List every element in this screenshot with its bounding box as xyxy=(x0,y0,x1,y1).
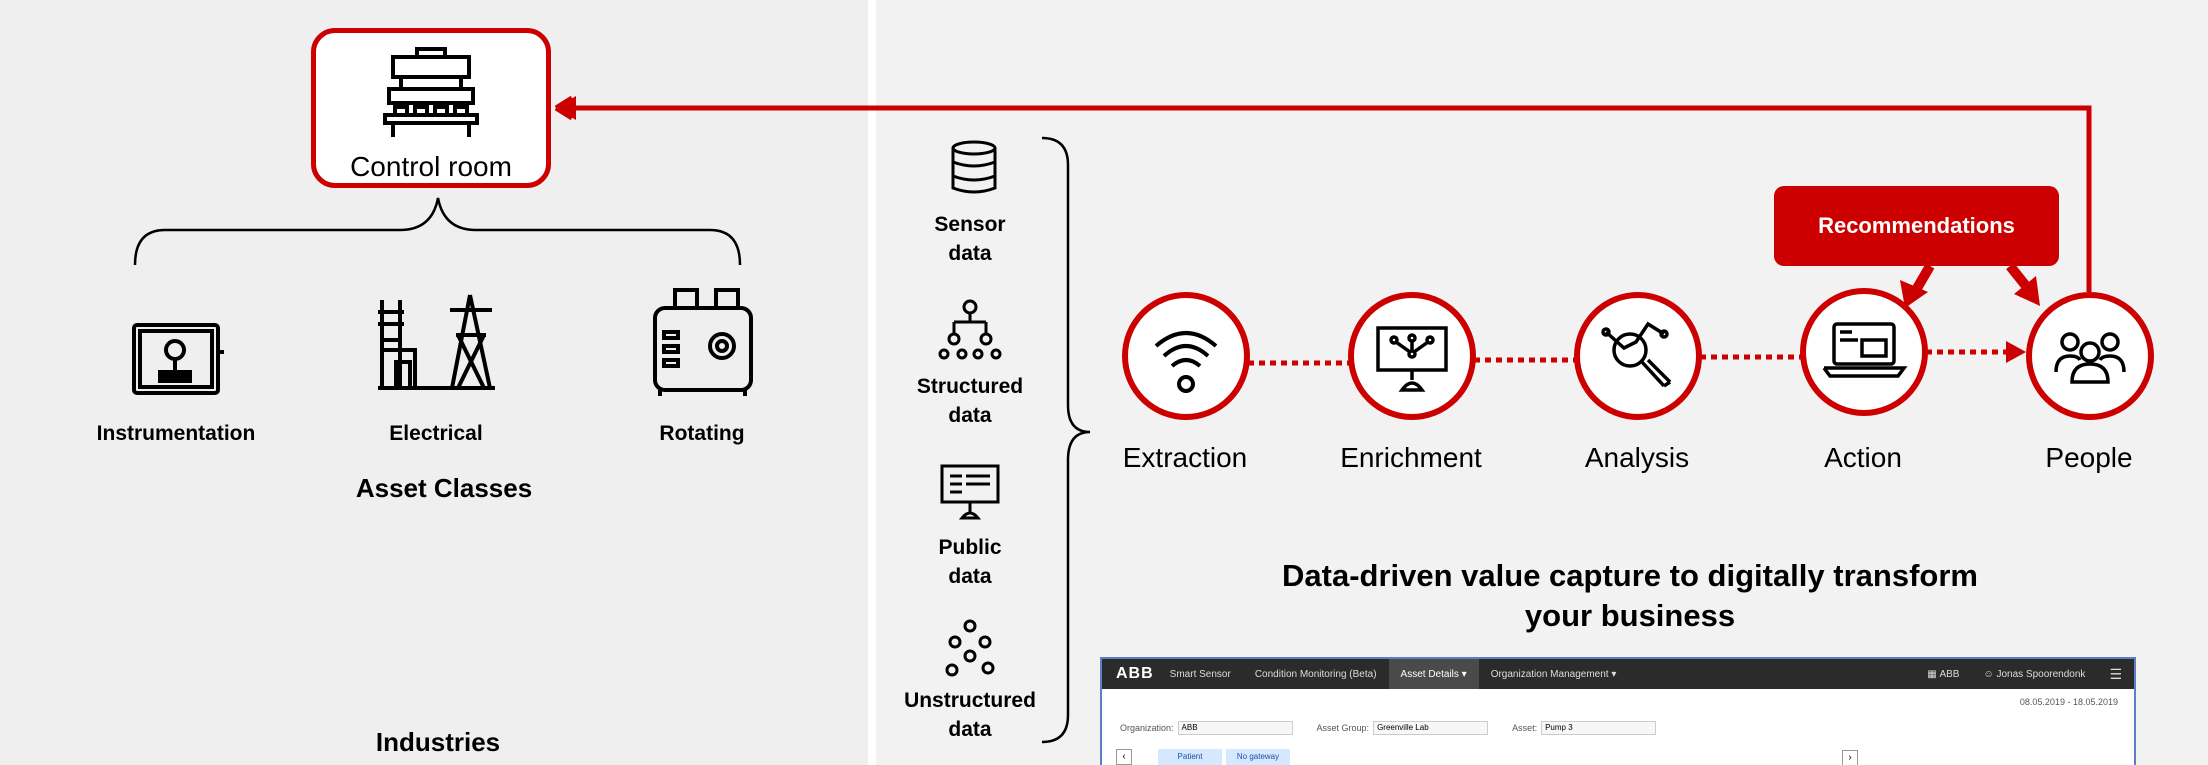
wireless-icon xyxy=(1154,331,1218,393)
public-display-icon xyxy=(940,464,1000,520)
user-org[interactable]: ▦ ABB xyxy=(1915,659,1971,689)
filter-asset: Asset: Pump 3 xyxy=(1512,721,1657,735)
next-arrow-icon[interactable]: › xyxy=(1842,750,1858,765)
filter-label: Organization: xyxy=(1120,723,1174,733)
tab-patient[interactable]: Patient xyxy=(1158,749,1222,765)
menu-organization-management[interactable]: Organization Management ▾ xyxy=(1479,659,1629,689)
abb-logo: ABB xyxy=(1116,665,1154,682)
tab-no-gateway[interactable]: No gateway xyxy=(1226,749,1290,765)
prev-arrow-icon[interactable]: ‹ xyxy=(1116,749,1132,765)
hamburger-menu-icon[interactable]: ☰ xyxy=(2097,659,2134,689)
filter-asset-group: Asset Group: Greenville Lab xyxy=(1317,721,1489,735)
laptop-icon xyxy=(1822,322,1908,378)
user-menu[interactable]: ☺ Jonas Spoorendonk xyxy=(1971,659,2097,689)
headline: Data-driven value capture to digitally t… xyxy=(1282,558,1978,633)
date-range: 08.05.2019 - 18.05.2019 xyxy=(2019,697,2118,707)
analysis-circle xyxy=(1574,292,1702,420)
asset-select[interactable]: Pump 3 xyxy=(1541,721,1657,735)
action-label: Action xyxy=(1824,442,1902,473)
extraction-label: Extraction xyxy=(1122,442,1248,473)
database-icon xyxy=(951,140,997,194)
dashboard-tabs: ‹ Patient No gateway xyxy=(1116,749,1290,765)
dashboard-topbar: ABB Smart Sensor Condition Monitoring (B… xyxy=(1102,659,2134,689)
people-arrowhead xyxy=(2006,341,2026,363)
product-name: Smart Sensor xyxy=(1169,668,1231,680)
filter-label: Asset Group: xyxy=(1316,723,1370,733)
data-source-structured: Structured data xyxy=(916,375,1024,427)
extraction-circle xyxy=(1122,292,1250,420)
people-circle xyxy=(2026,292,2154,420)
people-icon xyxy=(2054,332,2126,384)
menu-condition-monitoring[interactable]: Condition Monitoring (Beta) xyxy=(1243,659,1389,689)
network-screen-icon xyxy=(1376,326,1448,392)
people-label: People xyxy=(2045,442,2133,473)
data-source-unstructured: Unstructured data xyxy=(904,689,1036,741)
action-circle xyxy=(1800,288,1928,416)
filter-organization: Organization: ABB xyxy=(1120,721,1293,735)
dashboard-filters: Organization: ABB Asset Group: Greenvill… xyxy=(1120,721,1657,735)
data-source-public: Public data xyxy=(938,536,1002,588)
hierarchy-icon xyxy=(938,299,1002,360)
dashboard-preview: ABB Smart Sensor Condition Monitoring (B… xyxy=(1100,657,2136,765)
user-icon: ☺ xyxy=(1983,668,1997,680)
filter-label: Asset: xyxy=(1512,723,1538,733)
scattered-dots-icon xyxy=(945,619,995,677)
enrichment-circle xyxy=(1348,292,1476,420)
data-source-sensor: Sensor data xyxy=(934,213,1006,265)
org-icon: ▦ xyxy=(1927,668,1940,680)
asset-group-select[interactable]: Greenville Lab xyxy=(1373,721,1489,735)
menu-asset-details[interactable]: Asset Details ▾ xyxy=(1388,659,1479,689)
analysis-label: Analysis xyxy=(1584,442,1690,473)
recommendations-box: Recommendations xyxy=(1774,186,2059,266)
organization-select[interactable]: ABB xyxy=(1177,721,1293,735)
enrichment-label: Enrichment xyxy=(1340,442,1482,473)
magnifier-chart-icon xyxy=(1601,321,1672,388)
